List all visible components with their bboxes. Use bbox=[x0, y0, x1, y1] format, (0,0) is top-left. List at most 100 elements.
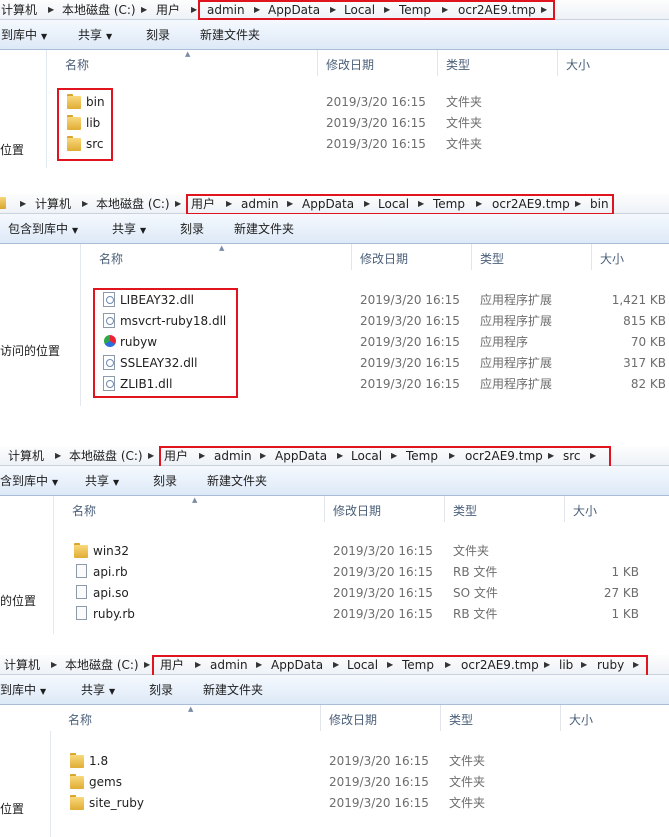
share-button[interactable]: 共享 ▼ bbox=[112, 221, 146, 239]
breadcrumb-tmp-folder[interactable]: ocr2AE9.tmp bbox=[458, 2, 536, 18]
column-type[interactable]: 类型 bbox=[480, 250, 504, 267]
breadcrumb-admin[interactable]: admin bbox=[214, 448, 252, 464]
file-row[interactable]: api.so 2019/3/20 16:15 SO 文件 27 KB bbox=[54, 583, 669, 604]
file-row[interactable]: ZLIB1.dll 2019/3/20 16:15 应用程序扩展 82 KB bbox=[81, 374, 669, 395]
share-button[interactable]: 共享 ▼ bbox=[78, 27, 112, 45]
breadcrumb-separator-icon[interactable]: ▶ bbox=[48, 2, 54, 18]
share-button[interactable]: 共享 ▼ bbox=[81, 682, 115, 700]
breadcrumb-separator-icon[interactable]: ▶ bbox=[148, 448, 154, 464]
burn-button[interactable]: 刻录 bbox=[153, 473, 177, 489]
column-size[interactable]: 大小 bbox=[569, 711, 593, 728]
breadcrumb-separator-icon[interactable]: ▶ bbox=[191, 2, 197, 18]
burn-button[interactable]: 刻录 bbox=[180, 221, 204, 237]
column-size[interactable]: 大小 bbox=[566, 56, 590, 73]
breadcrumb-lib[interactable]: lib bbox=[559, 657, 573, 673]
column-date[interactable]: 修改日期 bbox=[329, 711, 377, 728]
column-type[interactable]: 类型 bbox=[449, 711, 473, 728]
breadcrumb-users[interactable]: 用户 bbox=[191, 196, 215, 212]
breadcrumb-separator-icon[interactable]: ▶ bbox=[195, 657, 201, 673]
breadcrumb-separator-icon[interactable]: ▶ bbox=[287, 196, 293, 212]
breadcrumb-separator-icon[interactable]: ▶ bbox=[199, 448, 205, 464]
file-row[interactable]: src 2019/3/20 16:15 文件夹 bbox=[47, 134, 669, 155]
breadcrumb-separator-icon[interactable]: ▶ bbox=[548, 448, 554, 464]
breadcrumb-separator-icon[interactable]: ▶ bbox=[51, 657, 57, 673]
breadcrumb-bin[interactable]: bin bbox=[590, 196, 609, 212]
breadcrumb-separator-icon[interactable]: ▶ bbox=[476, 196, 482, 212]
column-size[interactable]: 大小 bbox=[573, 502, 597, 519]
column-type[interactable]: 类型 bbox=[453, 502, 477, 519]
column-name[interactable]: 名称 bbox=[65, 56, 89, 73]
breadcrumb-admin[interactable]: admin bbox=[241, 196, 279, 212]
nav-recent-places[interactable]: 位置 bbox=[0, 800, 24, 817]
column-date[interactable]: 修改日期 bbox=[360, 250, 408, 267]
breadcrumb-separator-icon[interactable]: ▶ bbox=[260, 448, 266, 464]
breadcrumb-drive[interactable]: 本地磁盘 (C:) bbox=[96, 196, 170, 212]
breadcrumb-drive[interactable]: 本地磁盘 (C:) bbox=[69, 448, 143, 464]
breadcrumb-src[interactable]: src bbox=[563, 448, 581, 464]
file-row[interactable]: gems 2019/3/20 16:15 文件夹 bbox=[50, 772, 669, 793]
breadcrumb-separator-icon[interactable]: ▶ bbox=[144, 657, 150, 673]
new-folder-button[interactable]: 新建文件夹 bbox=[203, 682, 263, 698]
breadcrumb-separator-icon[interactable]: ▶ bbox=[541, 2, 547, 18]
file-row[interactable]: ruby.rb 2019/3/20 16:15 RB 文件 1 KB bbox=[54, 604, 669, 625]
breadcrumb-separator-icon[interactable]: ▶ bbox=[20, 196, 26, 212]
column-name[interactable]: 名称 bbox=[72, 502, 96, 519]
breadcrumb-separator-icon[interactable]: ▶ bbox=[449, 448, 455, 464]
breadcrumb-separator-icon[interactable]: ▶ bbox=[333, 657, 339, 673]
file-row[interactable]: bin 2019/3/20 16:15 文件夹 bbox=[47, 92, 669, 113]
breadcrumb-users[interactable]: 用户 bbox=[164, 448, 188, 464]
share-button[interactable]: 共享 ▼ bbox=[85, 473, 119, 491]
file-row[interactable]: LIBEAY32.dll 2019/3/20 16:15 应用程序扩展 1,42… bbox=[81, 290, 669, 311]
breadcrumb-separator-icon[interactable]: ▶ bbox=[575, 196, 581, 212]
breadcrumb-local[interactable]: Local bbox=[378, 196, 409, 212]
breadcrumb-separator-icon[interactable]: ▶ bbox=[254, 2, 260, 18]
breadcrumb-local[interactable]: Local bbox=[351, 448, 382, 464]
breadcrumb-computer[interactable]: 计算机 bbox=[35, 196, 71, 212]
breadcrumb-separator-icon[interactable]: ▶ bbox=[391, 448, 397, 464]
breadcrumb-temp[interactable]: Temp bbox=[399, 2, 431, 18]
nav-recent-places[interactable]: 访问的位置 bbox=[0, 342, 60, 359]
breadcrumb-local[interactable]: Local bbox=[344, 2, 375, 18]
column-date[interactable]: 修改日期 bbox=[333, 502, 381, 519]
include-in-library-button[interactable]: 到库中 ▼ bbox=[1, 27, 47, 45]
breadcrumb-separator-icon[interactable]: ▶ bbox=[226, 196, 232, 212]
breadcrumb-separator-icon[interactable]: ▶ bbox=[175, 196, 181, 212]
column-name[interactable]: 名称 bbox=[68, 711, 92, 728]
breadcrumb-separator-icon[interactable]: ▶ bbox=[256, 657, 262, 673]
breadcrumb-separator-icon[interactable]: ▶ bbox=[445, 657, 451, 673]
nav-recent-places[interactable]: 的位置 bbox=[0, 592, 36, 609]
breadcrumb-local[interactable]: Local bbox=[347, 657, 378, 673]
breadcrumb-users[interactable]: 用户 bbox=[156, 2, 180, 18]
breadcrumb-tmp-folder[interactable]: ocr2AE9.tmp bbox=[465, 448, 543, 464]
breadcrumb-ruby[interactable]: ruby bbox=[597, 657, 624, 673]
breadcrumb-separator-icon[interactable]: ▶ bbox=[581, 657, 587, 673]
breadcrumb-drive[interactable]: 本地磁盘 (C:) bbox=[65, 657, 139, 673]
file-row[interactable]: rubyw 2019/3/20 16:15 应用程序 70 KB bbox=[81, 332, 669, 353]
breadcrumb-tmp-folder[interactable]: ocr2AE9.tmp bbox=[492, 196, 570, 212]
column-size[interactable]: 大小 bbox=[600, 250, 624, 267]
breadcrumb-computer[interactable]: 计算机 bbox=[1, 2, 37, 18]
file-row[interactable]: win32 2019/3/20 16:15 文件夹 bbox=[54, 541, 669, 562]
breadcrumb-appdata[interactable]: AppData bbox=[268, 2, 320, 18]
breadcrumb-appdata[interactable]: AppData bbox=[271, 657, 323, 673]
breadcrumb-temp[interactable]: Temp bbox=[433, 196, 465, 212]
breadcrumb-separator-icon[interactable]: ▶ bbox=[330, 2, 336, 18]
new-folder-button[interactable]: 新建文件夹 bbox=[200, 27, 260, 43]
file-row[interactable]: site_ruby 2019/3/20 16:15 文件夹 bbox=[50, 793, 669, 814]
breadcrumb-admin[interactable]: admin bbox=[210, 657, 248, 673]
breadcrumb-separator-icon[interactable]: ▶ bbox=[590, 448, 596, 464]
breadcrumb-computer[interactable]: 计算机 bbox=[8, 448, 44, 464]
breadcrumb-separator-icon[interactable]: ▶ bbox=[384, 2, 390, 18]
burn-button[interactable]: 刻录 bbox=[149, 682, 173, 698]
address-bar[interactable]: 计算机 ▶ 本地磁盘 (C:) ▶ 用户 ▶ admin ▶ AppData ▶… bbox=[0, 655, 669, 675]
include-in-library-button[interactable]: 包含到库中 ▼ bbox=[8, 221, 78, 239]
breadcrumb-temp[interactable]: Temp bbox=[402, 657, 434, 673]
file-row[interactable]: api.rb 2019/3/20 16:15 RB 文件 1 KB bbox=[54, 562, 669, 583]
file-row[interactable]: lib 2019/3/20 16:15 文件夹 bbox=[47, 113, 669, 134]
file-row[interactable]: msvcrt-ruby18.dll 2019/3/20 16:15 应用程序扩展… bbox=[81, 311, 669, 332]
address-bar[interactable]: ▶ 计算机 ▶ 本地磁盘 (C:) ▶ 用户 ▶ admin ▶ AppData… bbox=[0, 194, 669, 214]
breadcrumb-separator-icon[interactable]: ▶ bbox=[364, 196, 370, 212]
file-row[interactable]: 1.8 2019/3/20 16:15 文件夹 bbox=[50, 751, 669, 772]
column-date[interactable]: 修改日期 bbox=[326, 56, 374, 73]
breadcrumb-appdata[interactable]: AppData bbox=[302, 196, 354, 212]
